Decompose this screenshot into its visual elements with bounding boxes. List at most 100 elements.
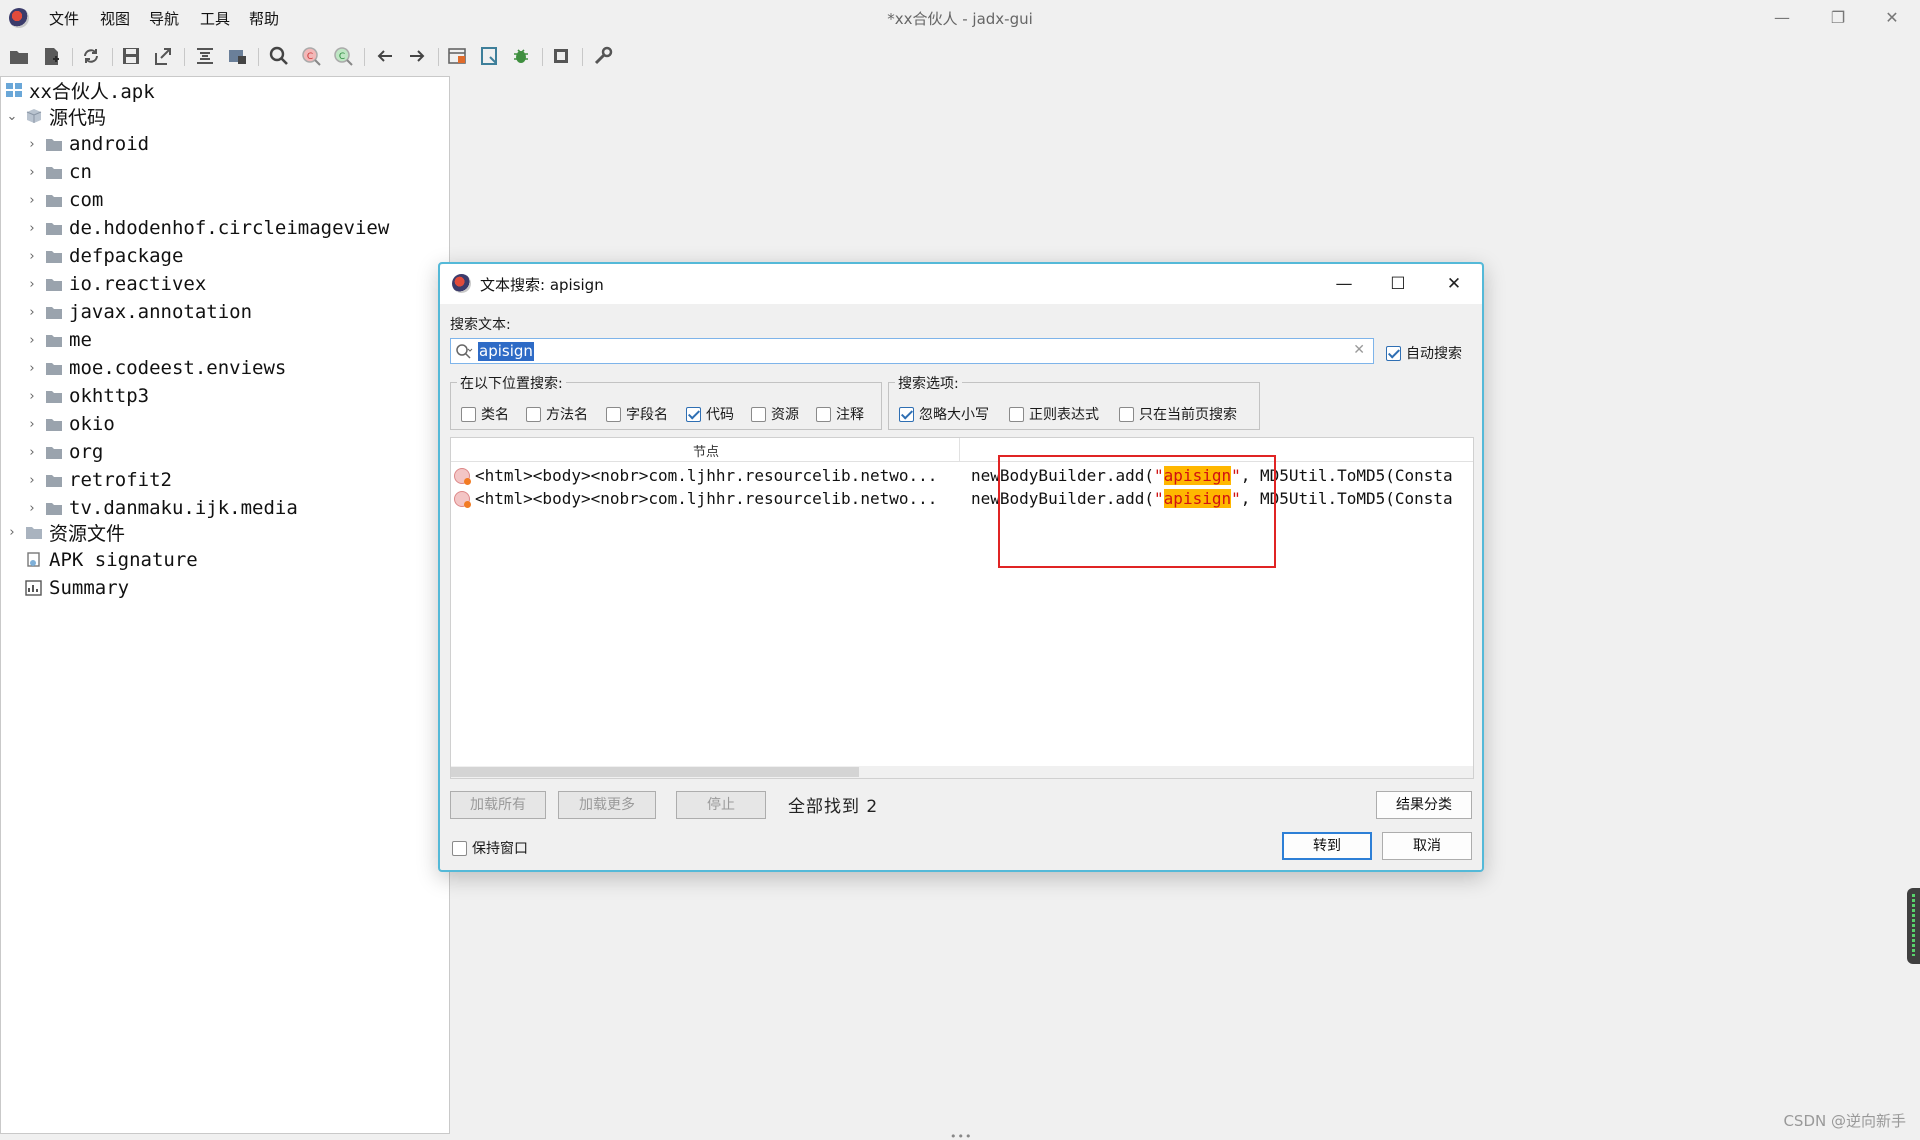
chevron-right-icon[interactable]: › [25, 137, 39, 152]
tree-package-okhttp3[interactable]: › okhttp3 [25, 383, 149, 409]
tree-package-retrofit2[interactable]: › retrofit2 [25, 467, 172, 493]
column-node-header[interactable]: 节点 [451, 441, 961, 460]
tree-apk-signature[interactable]: APK signature [25, 547, 198, 573]
chevron-right-icon[interactable]: › [25, 305, 39, 320]
keep-window-checkbox[interactable]: 保持窗口 [452, 838, 528, 858]
search-comments-checkbox[interactable]: 注释 [816, 404, 864, 424]
chevron-right-icon[interactable]: › [25, 193, 39, 208]
auto-search-label: 自动搜索 [1406, 346, 1462, 362]
results-table[interactable]: 节点 <html><body><nobr>com.ljhhr.resourcel… [450, 437, 1474, 779]
method-icon [454, 468, 471, 485]
regex-checkbox[interactable]: 正则表达式 [1009, 404, 1099, 424]
ignore-case-checkbox[interactable]: 忽略大小写 [899, 404, 989, 424]
search-class-names-checkbox[interactable]: 类名 [461, 404, 509, 424]
scrollbar-thumb[interactable] [451, 767, 859, 777]
tree-package-io-reactivex[interactable]: › io.reactivex [25, 271, 206, 297]
dialog-close-button[interactable]: ✕ [1434, 270, 1474, 298]
flatten-packages-icon[interactable] [226, 45, 250, 69]
chevron-right-icon[interactable]: › [25, 333, 39, 348]
cancel-button[interactable]: 取消 [1382, 832, 1472, 860]
save-all-icon[interactable] [120, 45, 144, 69]
window-title: *xx合伙人 - jadx-gui [887, 10, 1033, 28]
search-code-checkbox[interactable]: 代码 [686, 404, 734, 424]
goto-button[interactable]: 转到 [1282, 832, 1372, 860]
highlight-annotation-box [998, 455, 1276, 568]
search-usage-icon[interactable]: C [332, 45, 356, 69]
close-button[interactable]: ✕ [1874, 6, 1910, 30]
open-folder-icon[interactable] [8, 45, 32, 69]
restore-button[interactable]: ❐ [1820, 6, 1856, 30]
stop-icon[interactable] [550, 45, 574, 69]
dialog-minimize-button[interactable]: — [1324, 270, 1364, 298]
search-box[interactable]: apisign ✕ [450, 338, 1374, 364]
menu-tools[interactable]: 工具 [200, 8, 230, 29]
menu-file[interactable]: 文件 [49, 8, 79, 29]
forward-icon[interactable] [406, 45, 430, 69]
sync-icon[interactable] [80, 45, 104, 69]
load-more-button[interactable]: 加载更多 [558, 791, 656, 819]
chevron-down-icon[interactable]: ⌄ [5, 109, 19, 124]
chevron-right-icon[interactable]: › [25, 249, 39, 264]
add-files-icon[interactable] [40, 45, 64, 69]
chevron-right-icon[interactable]: › [25, 361, 39, 376]
search-input[interactable]: apisign [478, 342, 534, 361]
search-resources-checkbox[interactable]: 资源 [751, 404, 799, 424]
search-class-icon[interactable]: C [300, 45, 324, 69]
export-icon[interactable] [152, 45, 176, 69]
resize-grip[interactable]: ••• [950, 1130, 972, 1140]
horizontal-scrollbar[interactable] [451, 766, 1473, 778]
tree-resources[interactable]: › 资源文件 [5, 519, 125, 545]
auto-search-checkbox[interactable]: 自动搜索 [1386, 343, 1462, 363]
tree-package-android[interactable]: › android [25, 131, 149, 157]
current-page-only-checkbox[interactable]: 只在当前页搜索 [1119, 404, 1237, 424]
tree-package-de-hdodenhof-circleimageview[interactable]: › de.hdodenhof.circleimageview [25, 215, 389, 241]
clear-icon[interactable]: ✕ [1353, 342, 1365, 358]
menu-navigation[interactable]: 导航 [149, 8, 179, 29]
tree-package-defpackage[interactable]: › defpackage [25, 243, 183, 269]
search-field-names-checkbox[interactable]: 字段名 [606, 404, 668, 424]
chevron-right-icon[interactable]: › [25, 445, 39, 460]
back-icon[interactable] [374, 45, 398, 69]
result-row[interactable]: <html><body><nobr>com.ljhhr.resourcelib.… [451, 488, 1473, 510]
sync-with-editor-icon[interactable] [194, 45, 218, 69]
menu-view[interactable]: 视图 [100, 8, 130, 29]
tree-source-code[interactable]: ⌄ 源代码 [5, 103, 106, 129]
minimize-button[interactable]: — [1764, 6, 1800, 30]
tree-package-cn[interactable]: › cn [25, 159, 92, 185]
tree-package-tv-danmaku-ijk-media[interactable]: › tv.danmaku.ijk.media [25, 495, 297, 521]
tree-summary[interactable]: Summary [25, 575, 129, 601]
tree-package-org[interactable]: › org [25, 439, 103, 465]
project-tree[interactable]: xx合伙人.apk ⌄ 源代码 › android › cn › com › de.hdode… [0, 76, 450, 1134]
chevron-right-icon[interactable]: › [25, 417, 39, 432]
tree-package-label: javax.annotation [69, 301, 253, 323]
tree-root-apk[interactable]: xx合伙人.apk [5, 77, 155, 103]
preferences-icon[interactable] [592, 45, 616, 69]
chevron-right-icon[interactable]: › [25, 473, 39, 488]
tree-package-javax-annotation[interactable]: › javax.annotation [25, 299, 252, 325]
chevron-right-icon[interactable]: › [25, 501, 39, 516]
tree-package-okio[interactable]: › okio [25, 411, 114, 437]
chevron-right-icon[interactable]: › [25, 277, 39, 292]
sort-results-button[interactable]: 结果分类 [1376, 791, 1472, 819]
menu-help[interactable]: 帮助 [249, 8, 279, 29]
chevron-right-icon[interactable]: › [25, 221, 39, 236]
dialog-maximize-button[interactable]: ☐ [1378, 270, 1418, 298]
dialog-title-bar[interactable]: 文本搜索: apisign — ☐ ✕ [440, 264, 1482, 304]
tree-package-me[interactable]: › me [25, 327, 92, 353]
result-row[interactable]: <html><body><nobr>com.ljhhr.resourcelib.… [451, 465, 1473, 487]
debug-icon[interactable] [510, 45, 534, 69]
log-viewer-icon[interactable] [478, 45, 502, 69]
deobfuscation-icon[interactable] [446, 45, 470, 69]
tree-package-com[interactable]: › com [25, 187, 103, 213]
search-icon[interactable] [268, 45, 292, 69]
tree-package-moe-codeest-enviews[interactable]: › moe.codeest.enviews [25, 355, 286, 381]
chevron-right-icon[interactable]: › [25, 165, 39, 180]
search-options-title: 搜索选项: [895, 373, 962, 393]
auto-search-check[interactable] [1386, 345, 1401, 361]
search-method-names-checkbox[interactable]: 方法名 [526, 404, 588, 424]
search-in-group: 在以下位置搜索: 类名 方法名 字段名 代码 资源 注释 [450, 373, 882, 430]
chevron-right-icon[interactable]: › [5, 525, 19, 540]
stop-button[interactable]: 停止 [676, 791, 766, 819]
load-all-button[interactable]: 加载所有 [450, 791, 546, 819]
chevron-right-icon[interactable]: › [25, 389, 39, 404]
